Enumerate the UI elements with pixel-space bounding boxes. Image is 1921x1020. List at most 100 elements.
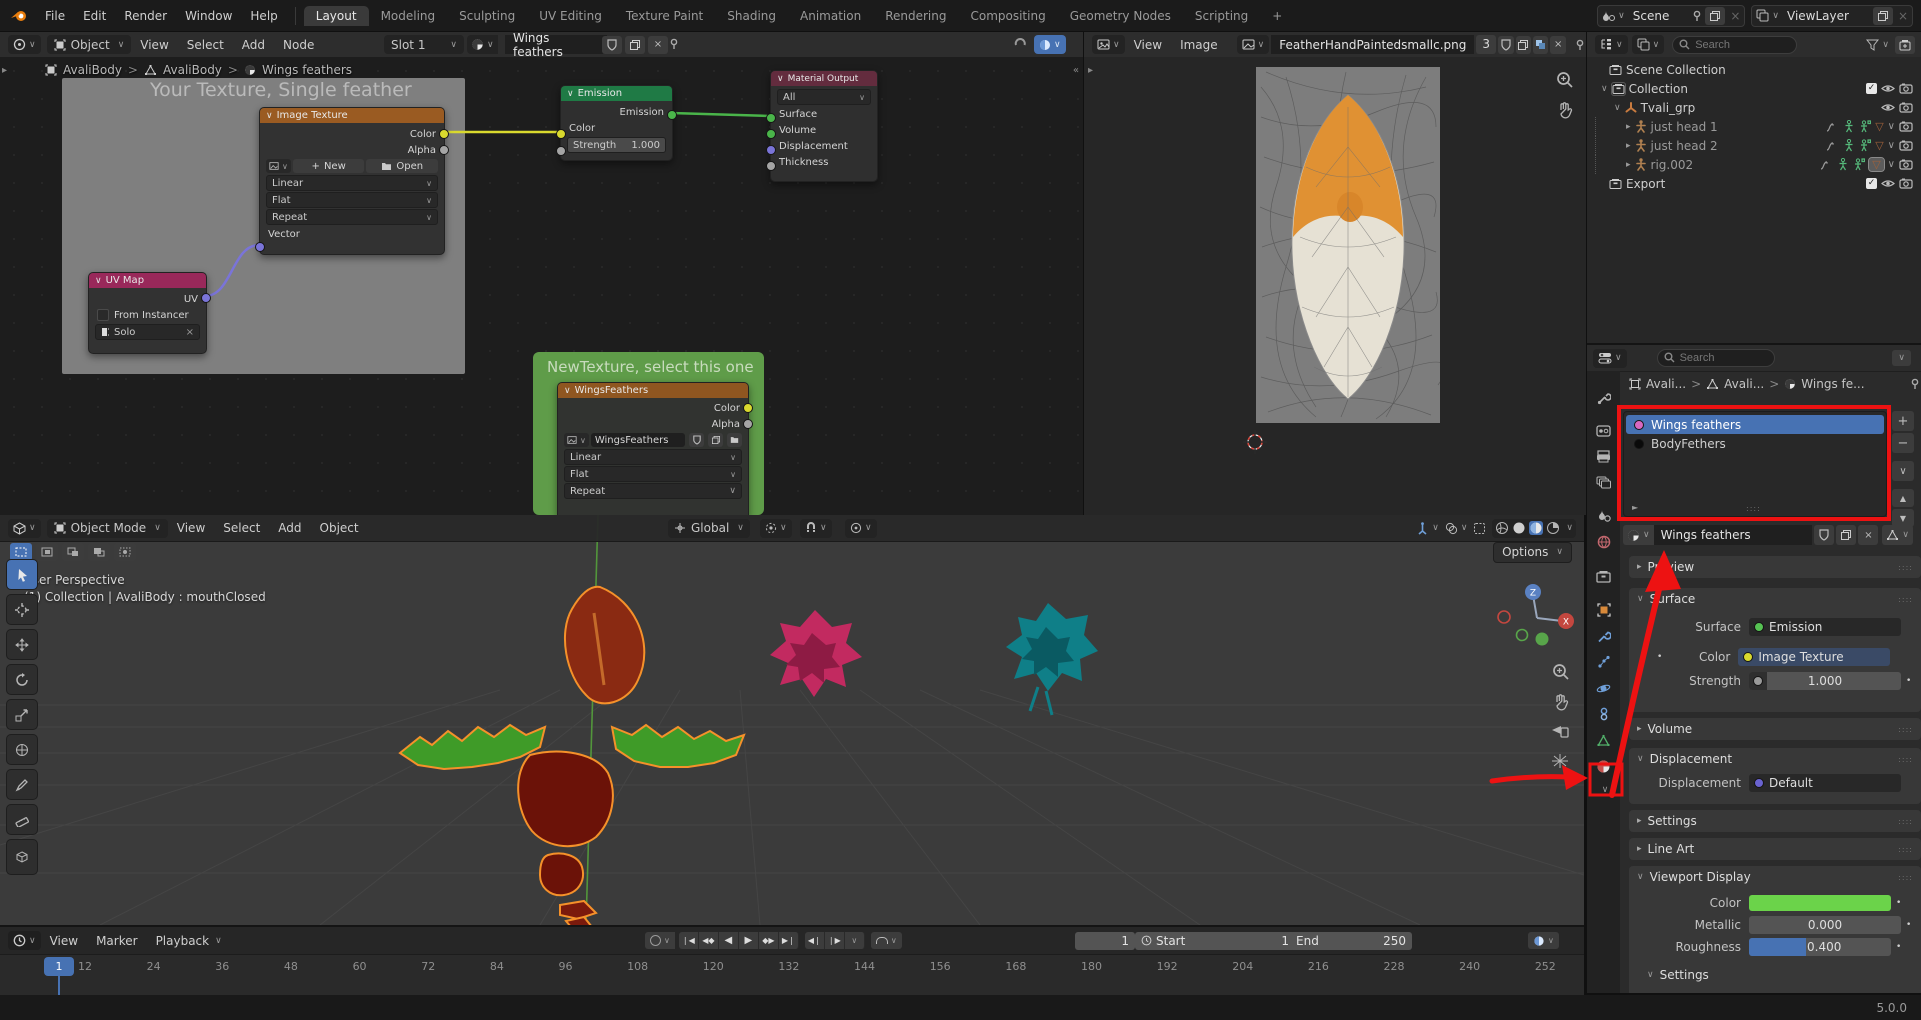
tab-particles[interactable]	[1589, 649, 1619, 675]
preview-panel[interactable]: ▸Preview::::	[1629, 556, 1921, 578]
tab-constraints[interactable]	[1589, 701, 1619, 727]
viewport-menu-add[interactable]: Add	[269, 521, 310, 535]
uv-map-node[interactable]: ∨UV Map UV From Instancer Solo ×	[88, 272, 207, 354]
viewport-ortho-grid-icon[interactable]	[1551, 753, 1569, 769]
shader-menu-view[interactable]: View	[131, 38, 177, 52]
displacement-input-socket[interactable]	[766, 145, 776, 155]
pivot-dropdown[interactable]: ∨	[760, 519, 792, 538]
tab-scroll-chevron[interactable]: ∨	[1602, 785, 1609, 795]
settings-panel[interactable]: ▸Settings::::	[1629, 810, 1921, 832]
new-image-button[interactable]: +New	[293, 159, 365, 173]
tab-scripting[interactable]: Scripting	[1183, 6, 1260, 26]
sidebar-toggle-icon[interactable]: ▸	[2, 65, 7, 76]
shader-menu-select[interactable]: Select	[178, 38, 233, 52]
tab-collection[interactable]	[1589, 563, 1619, 589]
tab-rendering[interactable]: Rendering	[873, 6, 958, 26]
viewport-3d[interactable]: ∨ Object Mode∨ View Select Add Object Gl…	[0, 515, 1584, 925]
fake-user-shield-icon[interactable]	[689, 433, 704, 447]
overlays-dropdown[interactable]: ∨	[1445, 522, 1468, 535]
uv-output-socket[interactable]	[201, 293, 211, 303]
tab-scene[interactable]	[1589, 503, 1619, 529]
color-input-socket[interactable]	[556, 129, 566, 139]
image-menu-image[interactable]: Image	[1171, 38, 1227, 52]
outliner-row-export[interactable]: Export ✓	[1587, 174, 1921, 193]
shader-type-dropdown[interactable]: Object∨	[47, 35, 132, 54]
animate-dot[interactable]: •	[1896, 942, 1901, 952]
strength-slider[interactable]: 1.000	[1749, 672, 1901, 690]
unlink-image-button[interactable]: ×	[1550, 36, 1565, 54]
jump-to-end-button[interactable]: ▶❘	[779, 932, 799, 949]
extension-dropdown[interactable]: Repeat∨	[564, 483, 742, 499]
fake-user-shield-icon[interactable]	[1498, 36, 1513, 54]
frame-end-field[interactable]: End250	[1290, 932, 1412, 950]
list-resize-grip[interactable]: ::::	[1746, 504, 1761, 513]
disclosure-icon[interactable]: ▸	[1626, 122, 1631, 132]
shading-wireframe-button[interactable]	[1495, 521, 1509, 535]
collection-checkbox[interactable]: ✓	[1866, 178, 1877, 189]
viewport-color-swatch[interactable]	[1749, 895, 1891, 911]
disclosure-icon[interactable]: ∨	[1614, 103, 1621, 113]
new-material-button[interactable]	[625, 36, 645, 54]
pack-image-icon[interactable]	[1533, 36, 1548, 54]
camera-render-icon[interactable]	[1899, 102, 1913, 113]
slot-row-wings-feathers[interactable]: Wings feathers	[1626, 415, 1884, 434]
hide-icon[interactable]: ∨	[1888, 121, 1895, 132]
material-output-node[interactable]: ∨Material Output All∨ Surface Volume Dis…	[770, 70, 878, 182]
breadcrumb-material[interactable]: Wings fe...	[1801, 377, 1864, 391]
collection-checkbox[interactable]: ✓	[1866, 83, 1877, 94]
tab-material[interactable]	[1589, 753, 1619, 779]
users-count-badge[interactable]: 3	[1476, 35, 1496, 54]
mode-dropdown[interactable]: Object Mode∨	[47, 519, 168, 538]
viewport-zoom-icon[interactable]	[1552, 663, 1570, 681]
transform-orientation-dropdown[interactable]: Global∨	[668, 519, 750, 538]
tab-compositing[interactable]: Compositing	[958, 6, 1057, 26]
tab-physics[interactable]	[1589, 675, 1619, 701]
menu-help[interactable]: Help	[241, 9, 286, 23]
fake-user-shield-icon[interactable]	[602, 36, 622, 54]
add-slot-button[interactable]: +	[1892, 411, 1914, 431]
disclosure-icon[interactable]: ∨	[1601, 84, 1608, 94]
remove-viewlayer-button[interactable]: ×	[1898, 9, 1908, 23]
material-slot-list[interactable]: Wings feathers BodyFethers ► ::::	[1623, 411, 1887, 517]
from-instancer-checkbox[interactable]	[97, 309, 109, 321]
play-reverse-button[interactable]: ◀	[719, 932, 739, 949]
timeline-menu-marker[interactable]: Marker	[87, 934, 146, 948]
interpolation-dropdown[interactable]: Linear∨	[266, 175, 438, 191]
alpha-output-socket[interactable]	[743, 419, 753, 429]
timeline-menu-playback[interactable]: Playback∨	[147, 934, 222, 948]
scene-selector[interactable]: ∨ Scene ×	[1597, 5, 1745, 27]
eye-icon[interactable]	[1881, 83, 1895, 94]
material-slot-dropdown[interactable]: Slot 1∨	[384, 35, 464, 54]
properties-editor[interactable]: ∨ ∨ ∨ Avali... > Avali... > Wings f	[1587, 345, 1921, 993]
pin-icon[interactable]	[1574, 39, 1586, 51]
outliner-search-input[interactable]	[1672, 36, 1797, 54]
line-art-panel[interactable]: ▸Line Art::::	[1629, 838, 1921, 860]
menu-render[interactable]: Render	[115, 9, 176, 23]
tab-sculpting[interactable]: Sculpting	[447, 6, 527, 26]
image-browse-dropdown[interactable]: ∨	[564, 433, 589, 447]
breadcrumb-object[interactable]: Avali...	[1646, 377, 1686, 391]
strength-field[interactable]: Strength1.000	[567, 137, 666, 153]
expand-icon[interactable]: ▸	[1629, 652, 1657, 662]
outliner-search[interactable]	[1672, 36, 1797, 54]
outliner-row-just-head-1[interactable]: ▸ just head 1 ▽ ∨	[1587, 117, 1921, 136]
tool-add-primitive[interactable]	[6, 839, 38, 875]
xray-toggle[interactable]	[1473, 522, 1486, 535]
material-name-field[interactable]: Wings feathers	[1654, 525, 1813, 545]
viewport-display-panel[interactable]: ∨Viewport Display:::: Color • Metallic 0…	[1629, 866, 1921, 993]
new-image-button[interactable]	[1516, 36, 1531, 54]
preview-shading-button[interactable]: ∨	[1034, 35, 1066, 54]
unlink-material-button[interactable]: ×	[1858, 525, 1878, 545]
disclosure-icon[interactable]: ▸	[1626, 141, 1631, 151]
animate-dot[interactable]: •	[1896, 898, 1901, 908]
shading-material-button[interactable]	[1529, 521, 1543, 535]
link-browse-dropdown[interactable]: ∨	[1882, 525, 1913, 545]
outliner-row-scene-collection[interactable]: Scene Collection	[1587, 60, 1921, 79]
uvmap-select-dropdown[interactable]: Solo ×	[95, 324, 200, 340]
sidebar-toggle-icon[interactable]: ▸	[1088, 65, 1093, 76]
tool-measure[interactable]	[6, 804, 38, 835]
frame-start-field[interactable]: Start 1	[1135, 932, 1295, 950]
camera-render-icon[interactable]	[1899, 140, 1913, 151]
menu-edit[interactable]: Edit	[74, 9, 115, 23]
viewport-pan-icon[interactable]	[1552, 693, 1570, 711]
